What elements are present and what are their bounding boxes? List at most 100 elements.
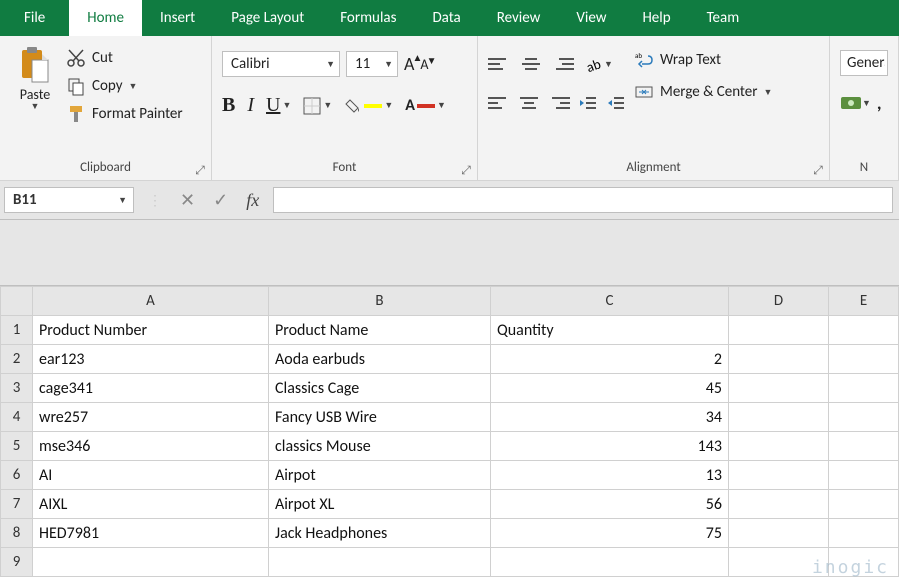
cell[interactable]: 34 [491, 403, 729, 432]
cut-button[interactable]: Cut [66, 48, 183, 68]
format-painter-button[interactable]: Format Painter [66, 104, 183, 124]
align-center-button[interactable] [518, 92, 540, 114]
chevron-down-icon[interactable]: ▼ [129, 81, 138, 92]
row-header[interactable]: 1 [1, 316, 33, 345]
copy-button[interactable]: Copy ▼ [66, 76, 183, 96]
align-right-button[interactable] [548, 92, 570, 114]
borders-button[interactable]: ▼ [303, 97, 332, 115]
tab-team[interactable]: Team [689, 0, 758, 36]
cell[interactable] [729, 432, 829, 461]
cell[interactable]: 45 [491, 374, 729, 403]
enter-formula-button[interactable]: ✓ [213, 189, 228, 211]
cell[interactable]: classics Mouse [269, 432, 491, 461]
insert-function-button[interactable]: fx [246, 190, 259, 211]
dialog-launcher-icon[interactable]: ⤢ [193, 164, 207, 178]
cell[interactable] [729, 519, 829, 548]
decrease-indent-button[interactable] [578, 94, 598, 112]
dialog-launcher-icon[interactable]: ⤢ [459, 164, 473, 178]
col-header-b[interactable]: B [269, 287, 491, 316]
cell[interactable]: 143 [491, 432, 729, 461]
cell[interactable] [729, 490, 829, 519]
cell[interactable]: Jack Headphones [269, 519, 491, 548]
merge-center-button[interactable]: Merge & Center ▼ [634, 82, 772, 102]
tab-insert[interactable]: Insert [142, 0, 213, 36]
align-bottom-button[interactable] [552, 53, 574, 75]
cell[interactable] [491, 548, 729, 577]
cell[interactable] [829, 490, 899, 519]
cancel-formula-button[interactable]: ✕ [180, 189, 195, 211]
tab-review[interactable]: Review [479, 0, 559, 36]
cell[interactable]: 75 [491, 519, 729, 548]
cell[interactable] [269, 548, 491, 577]
cell[interactable] [729, 403, 829, 432]
name-box[interactable]: B11 ▼ [4, 187, 134, 213]
col-header-d[interactable]: D [729, 287, 829, 316]
row-header[interactable]: 8 [1, 519, 33, 548]
chevron-down-icon[interactable]: ▼ [31, 101, 40, 112]
cell[interactable] [829, 519, 899, 548]
cell[interactable]: AIXL [33, 490, 269, 519]
cell[interactable]: cage341 [33, 374, 269, 403]
font-size-select[interactable]: 11 ▼ [346, 51, 398, 77]
cell[interactable] [729, 374, 829, 403]
cell[interactable] [729, 461, 829, 490]
fill-color-button[interactable]: ▼ [344, 98, 393, 114]
dialog-launcher-icon[interactable]: ⤢ [811, 164, 825, 178]
comma-style-button[interactable]: , [877, 92, 882, 114]
increase-indent-button[interactable] [606, 94, 626, 112]
cell[interactable] [829, 461, 899, 490]
bold-button[interactable]: B [222, 94, 235, 117]
tab-page-layout[interactable]: Page Layout [213, 0, 322, 36]
cell[interactable] [829, 374, 899, 403]
cell[interactable]: ear123 [33, 345, 269, 374]
cell[interactable] [829, 432, 899, 461]
underline-button[interactable]: U▼ [266, 94, 291, 117]
select-all-corner[interactable] [1, 287, 33, 316]
tab-view[interactable]: View [558, 0, 624, 36]
align-middle-button[interactable] [520, 53, 542, 75]
col-header-c[interactable]: C [491, 287, 729, 316]
cell[interactable]: wre257 [33, 403, 269, 432]
cell[interactable] [729, 345, 829, 374]
row-header[interactable]: 2 [1, 345, 33, 374]
cell[interactable]: mse346 [33, 432, 269, 461]
cell[interactable]: HED7981 [33, 519, 269, 548]
cell[interactable] [33, 548, 269, 577]
row-header[interactable]: 4 [1, 403, 33, 432]
cell[interactable]: 13 [491, 461, 729, 490]
orientation-button[interactable]: ab▼ [584, 54, 613, 74]
col-header-a[interactable]: A [33, 287, 269, 316]
increase-font-icon[interactable]: A▲ [404, 53, 414, 75]
align-left-button[interactable] [488, 92, 510, 114]
cell[interactable] [829, 403, 899, 432]
font-color-button[interactable]: A▼ [405, 96, 446, 115]
cell[interactable]: Aoda earbuds [269, 345, 491, 374]
cell[interactable]: AI [33, 461, 269, 490]
tab-file[interactable]: File [0, 0, 69, 36]
italic-button[interactable]: I [247, 94, 254, 117]
font-name-select[interactable]: Calibri ▼ [222, 51, 340, 77]
cell[interactable]: Classics Cage [269, 374, 491, 403]
cell[interactable]: 56 [491, 490, 729, 519]
col-header-e[interactable]: E [829, 287, 899, 316]
decrease-font-icon[interactable]: A▼ [420, 56, 428, 73]
tab-help[interactable]: Help [624, 0, 688, 36]
row-header[interactable]: 3 [1, 374, 33, 403]
align-top-button[interactable] [488, 53, 510, 75]
tab-formulas[interactable]: Formulas [322, 0, 414, 36]
tab-data[interactable]: Data [414, 0, 478, 36]
cell[interactable] [729, 316, 829, 345]
cell[interactable]: Fancy USB Wire [269, 403, 491, 432]
accounting-format-button[interactable]: ▼ [840, 94, 871, 112]
row-header[interactable]: 7 [1, 490, 33, 519]
cell[interactable]: Quantity [491, 316, 729, 345]
cell[interactable]: 2 [491, 345, 729, 374]
cell[interactable] [829, 316, 899, 345]
chevron-down-icon[interactable]: ▼ [118, 195, 127, 206]
wrap-text-button[interactable]: ab Wrap Text [634, 50, 772, 70]
tab-home[interactable]: Home [69, 0, 142, 36]
row-header[interactable]: 5 [1, 432, 33, 461]
number-format-select[interactable]: General [840, 50, 888, 76]
row-header[interactable]: 9 [1, 548, 33, 577]
cell[interactable] [829, 345, 899, 374]
